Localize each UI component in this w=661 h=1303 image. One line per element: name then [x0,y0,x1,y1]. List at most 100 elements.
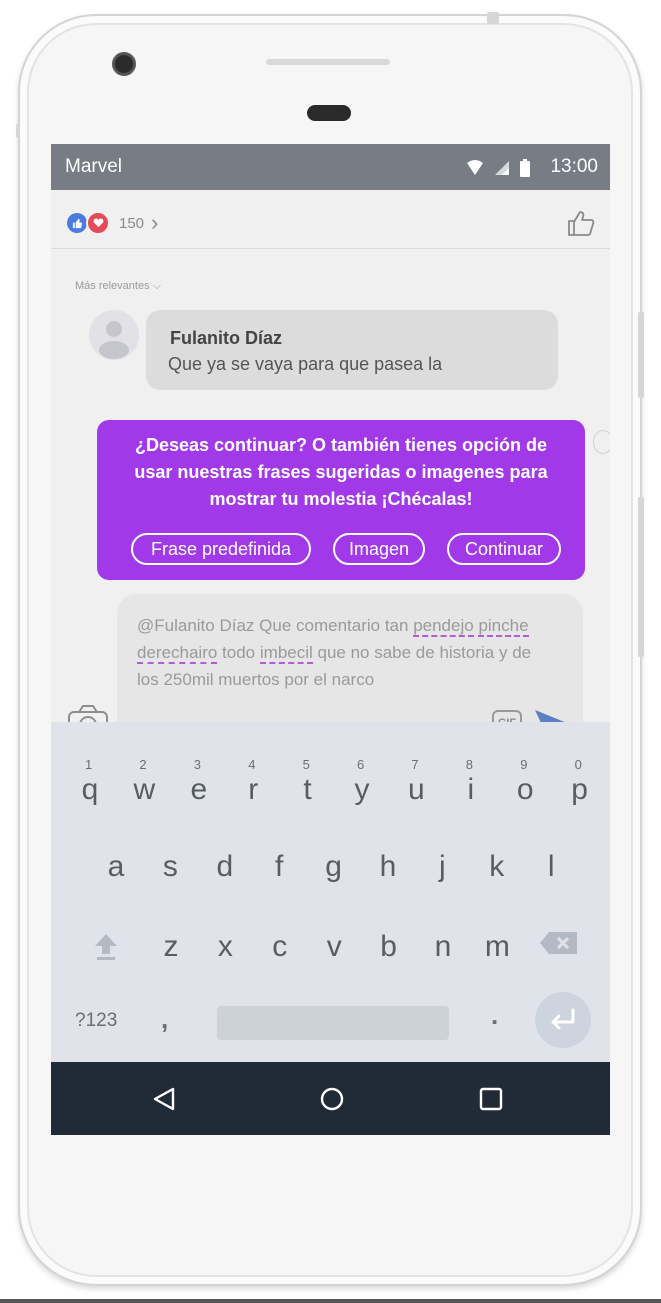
power-button [638,312,644,398]
key-label: e [190,773,208,806]
key-g[interactable]: g [307,837,361,897]
baseline-rule [0,1299,661,1303]
key-number-hint: 0 [574,757,582,772]
reactions-summary[interactable]: 150 › [67,210,158,236]
key-label: t [303,773,312,806]
key-v[interactable]: v [307,917,361,977]
key-p[interactable]: 0p [553,757,607,820]
android-nav-bar [51,1062,610,1135]
reaction-count: 150 [119,214,145,232]
key-m[interactable]: m [470,917,524,977]
key-r[interactable]: 4r [226,757,280,820]
back-icon[interactable] [151,1086,177,1112]
key-label: y [354,773,370,806]
popup-message: ¿Deseas continuar? O también tienes opci… [134,435,548,509]
keyboard: 1q2w3e4r5t6y7u8i9o0p asdfghjkl zxcvbnm ?… [51,722,610,1062]
key-label: o [516,773,534,806]
mention: @Fulanito Díaz [137,616,255,635]
key-number-hint: 3 [193,757,202,772]
top-button [487,12,499,24]
predefined-phrase-button[interactable]: Frase predefinida [131,533,311,565]
key-l[interactable]: l [524,837,578,897]
clock: 13:00 [550,156,598,177]
comment-text: Que ya se vaya para que pasea la [168,354,443,374]
chevron-right-icon: › [151,210,159,235]
comma-key[interactable]: , [161,1004,168,1035]
sort-selector[interactable]: Más relevantes ⌵ [75,280,161,293]
home-icon[interactable] [319,1086,345,1112]
wifi-icon [467,160,483,175]
key-c[interactable]: c [253,917,307,977]
comment-draft[interactable]: @Fulanito Díaz Que comentario tan pendej… [137,612,557,693]
key-a[interactable]: a [89,837,143,897]
key-number-hint: 7 [411,757,419,772]
comments-panel: 150 › Más relevantes ⌵ Fulanito Díaz Que… [51,190,610,746]
period-key[interactable]: . [491,1000,498,1031]
speaker-grille [266,59,390,65]
earpiece [307,105,351,121]
key-label: i [467,773,475,806]
signal-icon [495,161,509,175]
key-number-hint: 4 [248,757,256,772]
key-y[interactable]: 6y [335,757,389,820]
key-number-hint: 1 [85,757,93,772]
like-reaction-icon [67,213,87,233]
key-u[interactable]: 7u [389,757,443,820]
enter-key[interactable] [535,992,591,1048]
symbols-key[interactable]: ?123 [75,1010,117,1032]
keyboard-row-3: zxcvbnm [51,917,610,977]
key-j[interactable]: j [415,837,469,897]
key-d[interactable]: d [198,837,252,897]
like-thumb-icon[interactable] [566,208,596,238]
key-number-hint: 5 [302,757,310,772]
keyboard-row-2: asdfghjkl [51,837,610,897]
chevron-down-icon: ⌵ [152,280,161,292]
space-bar[interactable] [217,1006,449,1040]
key-t[interactable]: 5t [281,757,335,820]
key-label: q [81,773,99,806]
suggestion-popup: ¿Deseas continuar? O también tienes opci… [97,420,585,580]
comment-author[interactable]: Fulanito Díaz [170,328,282,349]
key-w[interactable]: 2w [117,757,171,820]
key-z[interactable]: z [144,917,198,977]
backspace-icon[interactable] [539,930,579,956]
shift-icon[interactable] [91,930,121,962]
sort-label: Más relevantes [75,280,150,292]
divider [51,248,610,249]
key-f[interactable]: f [252,837,306,897]
key-b[interactable]: b [362,917,416,977]
enter-icon [551,1008,575,1030]
left-side-notch [16,124,20,138]
key-number-hint: 9 [520,757,528,772]
comment-bubble: Fulanito Díaz Que ya se vaya para que pa… [146,310,558,390]
phone-screen: Marvel 13:00 150 › Más relevantes ⌵ Fula… [51,144,610,1135]
status-bar: Marvel 13:00 [51,144,610,190]
key-s[interactable]: s [143,837,197,897]
carrier-label: Marvel [65,156,123,177]
recents-icon[interactable] [479,1087,503,1111]
draft-text: todo [217,643,260,662]
key-number-hint: 6 [357,757,365,772]
key-label: p [571,773,588,806]
volume-button [638,497,644,657]
key-number-hint: 2 [139,757,147,772]
draft-text: Que comentario tan [254,616,414,635]
flagged-word: pendejo [413,616,474,637]
love-reaction-icon [86,211,110,235]
key-x[interactable]: x [198,917,252,977]
key-label: w [133,773,156,806]
image-button[interactable]: Imagen [333,533,425,565]
key-o[interactable]: 9o [498,757,552,820]
key-i[interactable]: 8i [444,758,498,820]
battery-icon [520,159,530,177]
key-h[interactable]: h [361,837,415,897]
key-label: u [408,773,425,806]
hidden-element-edge [593,430,610,454]
key-k[interactable]: k [470,837,524,897]
continue-button[interactable]: Continuar [447,533,561,565]
avatar[interactable] [89,310,139,360]
key-q[interactable]: 1q [63,757,117,820]
key-label: r [248,773,259,806]
key-n[interactable]: n [416,917,470,977]
key-e[interactable]: 3e [172,757,226,820]
